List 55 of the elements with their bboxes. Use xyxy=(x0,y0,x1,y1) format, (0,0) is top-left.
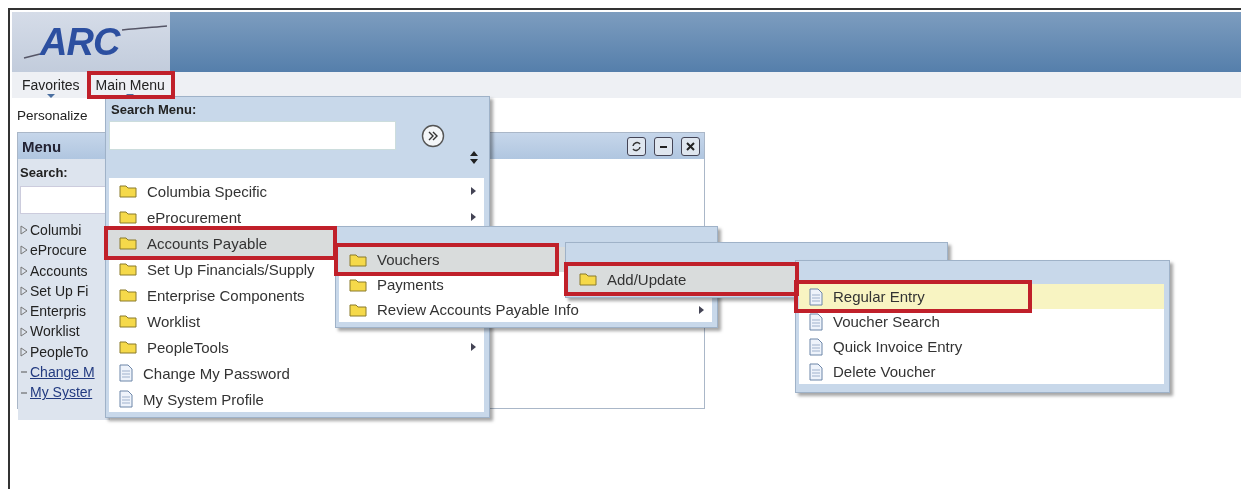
folder-icon xyxy=(119,314,137,328)
search-field[interactable] xyxy=(20,186,106,214)
menu-item[interactable]: Review Accounts Payable Info xyxy=(339,297,712,322)
nav-menu-item[interactable]: Main Menu xyxy=(95,77,165,93)
menu-item[interactable]: PeopleTools xyxy=(109,334,484,360)
menu-item[interactable]: My System Profile xyxy=(109,386,484,412)
folder-icon xyxy=(119,236,137,250)
folder-icon xyxy=(119,184,137,198)
expand-icon xyxy=(20,286,28,297)
expand-icon xyxy=(20,306,28,317)
search-label: Search: xyxy=(20,165,69,180)
expand-icon xyxy=(20,346,28,357)
document-icon xyxy=(809,362,823,381)
refresh-icon[interactable] xyxy=(627,136,646,156)
folder-icon xyxy=(119,340,137,354)
menu-item[interactable]: Quick Invoice Entry xyxy=(799,334,1164,359)
personalize-link[interactable]: Personalize xyxy=(17,108,88,132)
go-icon[interactable] xyxy=(421,123,445,148)
tree-item[interactable]: PeopleTo xyxy=(30,341,89,363)
document-icon xyxy=(119,364,133,382)
expand-icon xyxy=(20,225,28,236)
menu-item[interactable]: Voucher Search xyxy=(799,309,1164,334)
logo: ARC xyxy=(12,12,170,72)
document-icon xyxy=(119,390,133,408)
pagelet-title: Menu xyxy=(22,137,62,155)
tree-item[interactable]: Columbi xyxy=(30,220,82,241)
expand-icon xyxy=(20,245,28,256)
tree-item[interactable]: Worklist xyxy=(30,321,80,342)
menu-item[interactable]: Delete Voucher xyxy=(799,359,1164,384)
sort-icon[interactable] xyxy=(470,151,478,164)
folder-icon xyxy=(349,302,367,317)
tree-item[interactable]: eProcure xyxy=(30,240,87,261)
menu-item[interactable]: Columbia Specific xyxy=(109,178,484,204)
nav-menu-item[interactable]: Favorites xyxy=(22,77,80,93)
folder-icon xyxy=(119,210,137,224)
menu-item[interactable]: eProcurement xyxy=(109,204,484,230)
search-menu-label: Search Menu: xyxy=(111,102,197,117)
folder-icon xyxy=(119,288,137,302)
document-icon xyxy=(809,312,823,331)
folder-icon xyxy=(119,262,137,276)
close-icon[interactable] xyxy=(681,136,700,156)
tree-item[interactable]: Set Up Fi xyxy=(30,280,89,302)
folder-icon xyxy=(349,277,367,292)
minimize-icon[interactable] xyxy=(654,136,673,156)
folder-icon xyxy=(349,252,367,267)
tree-item[interactable]: Accounts xyxy=(30,260,88,281)
menu-link[interactable]: My Syster xyxy=(30,382,93,403)
menu-link[interactable]: Change M xyxy=(30,362,95,383)
expand-icon xyxy=(20,326,28,337)
search-menu-field[interactable] xyxy=(109,121,396,150)
document-icon xyxy=(809,337,823,356)
tree-item[interactable]: Enterpris xyxy=(30,301,87,322)
document-icon xyxy=(809,287,823,306)
expand-icon xyxy=(20,265,28,276)
menu-item[interactable]: Change My Password xyxy=(109,360,484,386)
